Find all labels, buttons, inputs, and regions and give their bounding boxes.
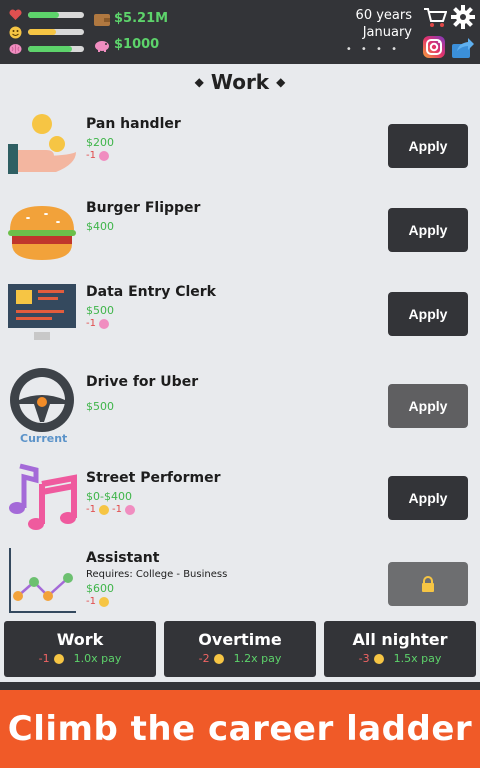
work-button[interactable]: Work -1 1.0x pay xyxy=(4,621,156,677)
brain-icon xyxy=(124,504,135,515)
health-bar-fill xyxy=(28,12,59,18)
shop-cart-button[interactable] xyxy=(422,5,448,31)
all-nighter-button[interactable]: All nighter -3 1.5x pay xyxy=(324,621,476,677)
action-label: All nighter xyxy=(352,630,448,649)
job-pay: $0-$400 xyxy=(86,490,132,503)
job-title: Pan handler xyxy=(86,116,181,132)
job-cost: -1 -1 xyxy=(86,504,221,515)
computer-monitor-icon xyxy=(8,284,76,340)
job-pay: $600 xyxy=(86,582,114,595)
divider xyxy=(0,682,480,690)
happiness-bar xyxy=(28,29,84,35)
savings-display: $1000 xyxy=(94,37,159,52)
happiness-cost-value: -1 xyxy=(86,596,96,607)
savings-amount: $1000 xyxy=(114,37,160,52)
share-button[interactable] xyxy=(450,34,476,60)
title-text: Work xyxy=(210,70,270,94)
job-title: Street Performer xyxy=(86,470,221,486)
smarts-cost-value: -1 xyxy=(111,504,122,515)
happiness-bar-fill xyxy=(28,29,56,35)
apply-button-pan-handler[interactable]: Apply xyxy=(388,124,468,168)
title-diamond-right: ◆ xyxy=(276,75,286,89)
apply-button-data-entry-clerk[interactable]: Apply xyxy=(388,292,468,336)
age-display: 60 years January xyxy=(356,7,412,41)
happiness-stat xyxy=(8,25,84,39)
lock-icon xyxy=(422,576,434,592)
apply-button-street-performer[interactable]: Apply xyxy=(388,476,468,520)
promo-text: Climb the career ladder xyxy=(7,709,473,749)
job-title: Drive for Uber xyxy=(86,374,199,390)
brain-icon xyxy=(98,150,109,161)
job-title: Assistant xyxy=(86,550,160,566)
work-actions: Work -1 1.0x pay Overtime -2 1.2x pay Al… xyxy=(4,621,476,677)
pay-multiplier: 1.5x pay xyxy=(393,652,442,665)
burger-icon xyxy=(8,206,76,260)
title-diamond-left: ◆ xyxy=(194,75,204,89)
status-header: $5.21M $1000 60 years January • • • • xyxy=(0,0,480,64)
instagram-button[interactable] xyxy=(421,34,447,60)
age-years: 60 years xyxy=(355,8,412,23)
happiness-cost-value: -3 xyxy=(358,652,370,665)
action-label: Overtime xyxy=(198,630,282,649)
steering-wheel-icon xyxy=(10,368,74,432)
job-pay: $400 xyxy=(86,220,114,233)
cash-amount: $5.21M xyxy=(114,11,169,26)
smarts-stat xyxy=(8,42,84,56)
cash-display: $5.21M xyxy=(94,11,168,26)
job-pay: $500 xyxy=(86,304,114,317)
apply-button-burger-flipper[interactable]: Apply xyxy=(388,208,468,252)
page-indicator: • • • • xyxy=(345,44,400,55)
pay-multiplier: 1.2x pay xyxy=(233,652,282,665)
current-month: January xyxy=(362,25,412,40)
smarts-bar xyxy=(28,46,84,52)
page-title: ◆ Work ◆ xyxy=(0,70,480,94)
locked-apply-button-assistant[interactable] xyxy=(388,562,468,606)
settings-button[interactable] xyxy=(450,4,476,30)
promo-banner: Climb the career ladder xyxy=(0,690,480,768)
job-cost: -1 xyxy=(86,150,181,161)
job-cost: -1 xyxy=(86,318,216,329)
action-detail: -1 1.0x pay xyxy=(4,652,156,665)
health-bar xyxy=(28,12,84,18)
piggy-bank-icon xyxy=(95,40,109,52)
smarts-bar-fill xyxy=(28,46,72,52)
brain-icon xyxy=(8,42,22,56)
job-title: Burger Flipper xyxy=(86,200,201,216)
cart-icon xyxy=(424,8,447,27)
smiley-icon xyxy=(373,653,384,664)
job-cost: -1 xyxy=(86,596,227,607)
pay-multiplier: 1.0x pay xyxy=(73,652,122,665)
share-icon xyxy=(452,38,474,58)
apply-button-drive-for-uber[interactable]: Apply xyxy=(388,384,468,428)
overtime-button[interactable]: Overtime -2 1.2x pay xyxy=(164,621,316,677)
music-notes-icon xyxy=(9,463,77,530)
heart-icon xyxy=(8,8,22,22)
health-stat xyxy=(8,8,84,22)
smiley-icon xyxy=(98,596,109,607)
smiley-icon xyxy=(53,653,64,664)
coins-hand-icon xyxy=(8,114,76,174)
smarts-cost-value: -1 xyxy=(86,150,96,161)
happiness-cost-value: -1 xyxy=(38,652,50,665)
job-pay: $500 xyxy=(86,400,114,413)
brain-icon xyxy=(98,318,109,329)
action-label: Work xyxy=(56,630,104,649)
job-requirement: Requires: College - Business xyxy=(86,569,228,580)
smiley-icon xyxy=(213,653,224,664)
wallet-icon xyxy=(94,13,110,26)
smarts-cost-value: -1 xyxy=(86,318,96,329)
happiness-cost-value: -1 xyxy=(86,504,96,515)
smiley-icon xyxy=(8,25,22,39)
happiness-cost-value: -2 xyxy=(198,652,210,665)
job-title: Data Entry Clerk xyxy=(86,284,216,300)
line-chart-icon xyxy=(9,548,76,613)
instagram-icon xyxy=(423,36,445,58)
smiley-icon xyxy=(98,504,109,515)
action-detail: -3 1.5x pay xyxy=(324,652,476,665)
job-pay: $200 xyxy=(86,136,114,149)
current-job-label: Current xyxy=(20,432,68,445)
gear-icon xyxy=(451,5,475,29)
action-detail: -2 1.2x pay xyxy=(164,652,316,665)
